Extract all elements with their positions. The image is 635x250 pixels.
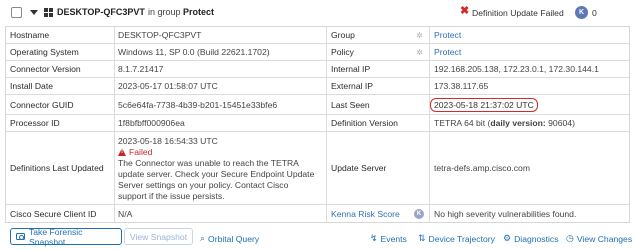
view-changes-link[interactable]: ◷ View Changes [566, 233, 632, 244]
definitions-last-updated-label: Definitions Last Updated [10, 163, 104, 173]
failure-message-line: support if the issue persists. [118, 190, 225, 201]
connector-guid-label: Connector GUID [10, 99, 74, 110]
view-changes-label: View Changes [576, 233, 633, 244]
header-group: in group Protect [148, 7, 214, 17]
table-row: Cisco Secure Client ID N/A Kenna Risk Sc… [6, 205, 629, 222]
device-trajectory-label: Device Trajectory [428, 233, 495, 244]
forensic-button-label: Take Forensic Snapshot [28, 226, 83, 247]
table-row: Connector GUID 5c6e64fa-7738-4b39-b201-1… [6, 95, 629, 115]
gear-icon[interactable]: ✲ [416, 48, 423, 57]
view-snapshot-button[interactable]: View Snapshot [124, 228, 193, 245]
failure-message-line: Server settings on your policy. Contact … [118, 179, 289, 190]
action-bar: Take Forensic Snapshot View Snapshot ⌕ O… [0, 223, 635, 250]
failure-message-line: update server. Check your Secure Endpoin… [118, 168, 315, 179]
client-id-value: N/A [114, 205, 326, 222]
failure-message-line: The Connector was unable to reach the TE… [118, 157, 299, 168]
group-link[interactable]: Protect [429, 27, 629, 43]
client-id-label: Cisco Secure Client ID [10, 208, 97, 219]
kenna-risk-link[interactable]: Kenna Risk Score [331, 209, 400, 219]
group-label: Group ✲ [326, 27, 429, 43]
diagnostics-link[interactable]: ⚙ Diagnostics [503, 233, 559, 244]
take-forensic-snapshot-button[interactable]: Take Forensic Snapshot [10, 226, 122, 247]
internal-ip-value: 192.168.205.138, 172.23.0.1, 172.30.144.… [429, 61, 629, 77]
details-table: Hostname DESKTOP-QFC3PVT Group ✲ Protect… [5, 26, 630, 223]
definition-version-text: TETRA 64 bit [434, 118, 486, 128]
daily-version-prefix: daily version: [490, 118, 546, 128]
header-group-name: Protect [183, 7, 215, 17]
failed-status-text: Failed [129, 146, 153, 157]
table-row: Processor ID 1f8bfbff000906ea Definition… [6, 115, 629, 132]
update-server-label: Update Server [326, 132, 429, 204]
events-link[interactable]: ↯ Events [370, 233, 407, 244]
definitions-last-updated-value: 2023-05-18 16:54:33 UTC Failed The Conne… [114, 132, 326, 204]
internal-ip-label: Internal IP [326, 61, 429, 77]
connector-version-value: 8.1.7.21417 [114, 61, 326, 77]
events-icon: ↯ [370, 233, 378, 243]
search-icon: ⌕ [200, 233, 206, 243]
install-date-value: 2023-05-17 01:58:07 UTC [114, 78, 326, 94]
diagnostics-label: Diagnostics [514, 233, 559, 244]
daily-version-value: 90604 [548, 118, 573, 128]
kenna-risk-value: No high severity vulnerabilities found. [429, 205, 629, 222]
table-row: Install Date 2023-05-17 01:58:07 UTC Ext… [6, 78, 629, 95]
external-ip-value: 173.38.117.65 [429, 78, 629, 94]
definition-version-label: Definition Version [326, 115, 429, 131]
select-checkbox[interactable] [11, 7, 22, 18]
header-status: Definition Update Failed [472, 8, 564, 18]
warning-icon [118, 148, 126, 156]
os-label: Operating System [10, 47, 79, 57]
hostname-value: DESKTOP-QFC3PVT [114, 27, 326, 43]
orbital-query-link[interactable]: ⌕ Orbital Query [200, 233, 259, 244]
policy-link[interactable]: Protect [429, 44, 629, 60]
table-row: Operating System Windows 11, SP 0.0 (Bui… [6, 44, 629, 61]
history-icon: ◷ [566, 233, 574, 243]
os-value: Windows 11, SP 0.0 (Build 22621.1702) [114, 44, 326, 60]
kenna-badge-icon: K [575, 6, 588, 19]
group-label-text: Group [331, 30, 355, 40]
header-hostname: DESKTOP-QFC3PVT [57, 7, 145, 17]
windows-logo-icon [44, 8, 53, 17]
failed-status: Failed [118, 147, 152, 158]
connector-guid-value: 5c6e64fa-7738-4b39-b201-15451e33bfe6 [114, 95, 326, 114]
camera-icon [16, 233, 25, 240]
kenna-badge-icon: K [414, 208, 424, 219]
last-seen-label: Last Seen [326, 95, 429, 114]
table-row: Definitions Last Updated 2023-05-18 16:5… [6, 132, 629, 205]
processor-id-value: 1f8bfbff000906ea [114, 115, 326, 131]
kenna-risk-label: Kenna Risk Score K [326, 205, 429, 222]
header-group-prefix: in group [148, 7, 181, 17]
last-seen-cell: 2023-05-18 21:37:02 UTC [429, 95, 629, 114]
policy-label: Policy ✲ [326, 44, 429, 60]
error-x-icon: ✖ [460, 5, 470, 17]
collapse-caret-icon[interactable] [30, 10, 38, 15]
policy-label-text: Policy [331, 47, 354, 57]
processor-id-label: Processor ID [10, 118, 60, 128]
device-trajectory-link[interactable]: ⇅ Device Trajectory [418, 233, 495, 244]
orbital-query-label: Orbital Query [208, 233, 260, 244]
update-server-value: tetra-defs.amp.cisco.com [429, 132, 629, 204]
computer-header: DESKTOP-QFC3PVT in group Protect ✖ Defin… [0, 0, 635, 26]
view-snapshot-label: View Snapshot [129, 231, 188, 242]
table-row: Hostname DESKTOP-QFC3PVT Group ✲ Protect [6, 27, 629, 44]
connector-version-label: Connector Version [10, 64, 81, 74]
definitions-timestamp: 2023-05-18 16:54:33 UTC [118, 135, 218, 146]
diagnostics-icon: ⚙ [503, 233, 512, 243]
last-seen-value: 2023-05-18 21:37:02 UTC [430, 97, 538, 112]
hostname-label: Hostname [10, 30, 50, 40]
kenna-count: 0 [592, 8, 597, 18]
events-label: Events [380, 233, 407, 244]
gear-icon[interactable]: ✲ [416, 31, 423, 40]
table-row: Connector Version 8.1.7.21417 Internal I… [6, 61, 629, 78]
install-date-label: Install Date [10, 81, 53, 91]
external-ip-label: External IP [326, 78, 429, 94]
definition-version-value: TETRA 64 bit (daily version: 90604) [429, 115, 629, 131]
trajectory-icon: ⇅ [418, 233, 426, 243]
